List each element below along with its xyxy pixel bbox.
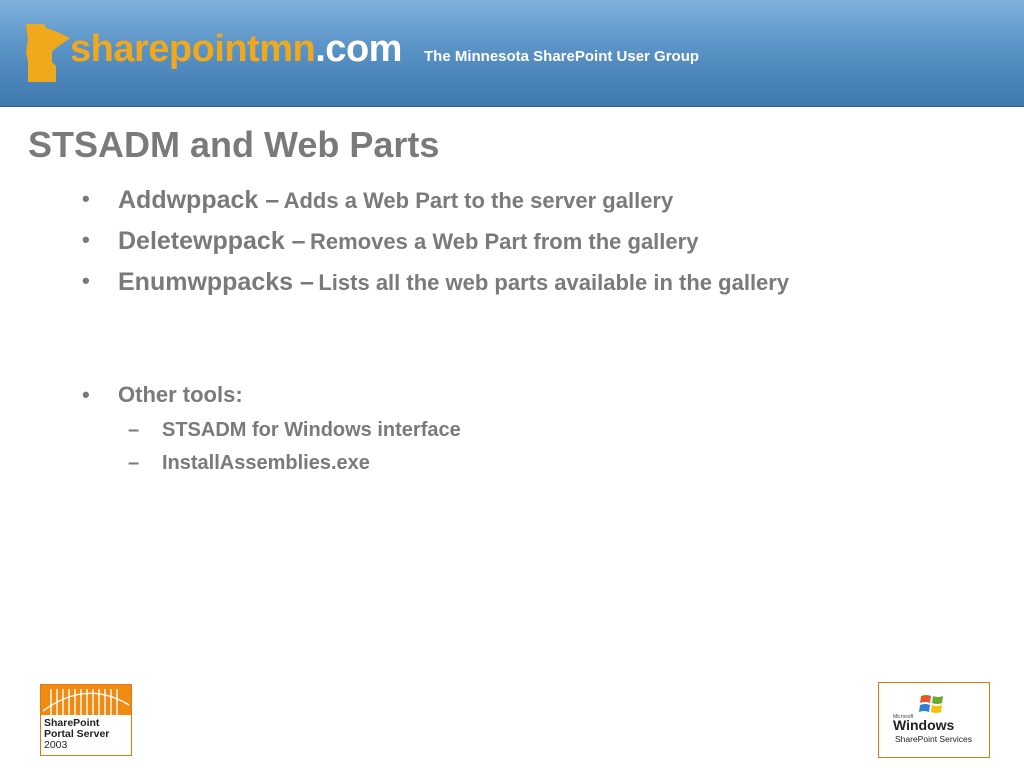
windows-wordmark: Windows: [893, 717, 955, 733]
logo-orange-bar: [41, 685, 131, 715]
minnesota-state-icon: [26, 24, 70, 82]
sub-bullet-dash: –: [128, 452, 140, 474]
bullet-command: Other tools:: [118, 382, 243, 407]
sub-bullet-dash: –: [128, 419, 140, 441]
bullet-command: Enumwppacks –: [118, 268, 314, 296]
product-name: SharePoint Services: [895, 734, 973, 744]
site-brand: sharepointmn.com: [70, 30, 402, 68]
sub-bullet-text: InstallAssemblies.exe: [162, 452, 370, 474]
bullet-description: Removes a Web Part from the gallery: [310, 229, 699, 254]
bullet-dot: •: [82, 227, 90, 252]
bullet-dot: •: [82, 186, 90, 211]
bullet-dot: •: [82, 268, 90, 293]
logo-text: SharePoint Portal Server 2003: [44, 717, 109, 752]
windows-flag-icon: [919, 695, 943, 713]
logo-line: 2003: [44, 739, 68, 752]
bullet-description: Lists all the web parts available in the…: [318, 270, 790, 295]
bullet-command: Deletewppack –: [118, 227, 306, 255]
sub-bullet-text: STSADM for Windows interface: [162, 419, 461, 441]
brand-name: sharepointmn: [70, 28, 316, 70]
bullet-dot: •: [82, 382, 90, 407]
header-tagline: The Minnesota SharePoint User Group: [424, 48, 700, 65]
bullet-description: Adds a Web Part to the server gallery: [283, 188, 674, 213]
windows-sharepoint-services-logo: Microsoft Windows SharePoint Services: [878, 682, 990, 758]
slide-title: STSADM and Web Parts: [28, 124, 440, 165]
sharepoint-portal-server-logo: SharePoint Portal Server 2003: [40, 684, 132, 756]
brand-domain: .com: [315, 28, 402, 70]
bridge-icon: [42, 689, 130, 715]
header-banner: sharepointmn.com The Minnesota SharePoin…: [0, 0, 1024, 107]
bullet-command: Addwppack –: [118, 186, 280, 214]
